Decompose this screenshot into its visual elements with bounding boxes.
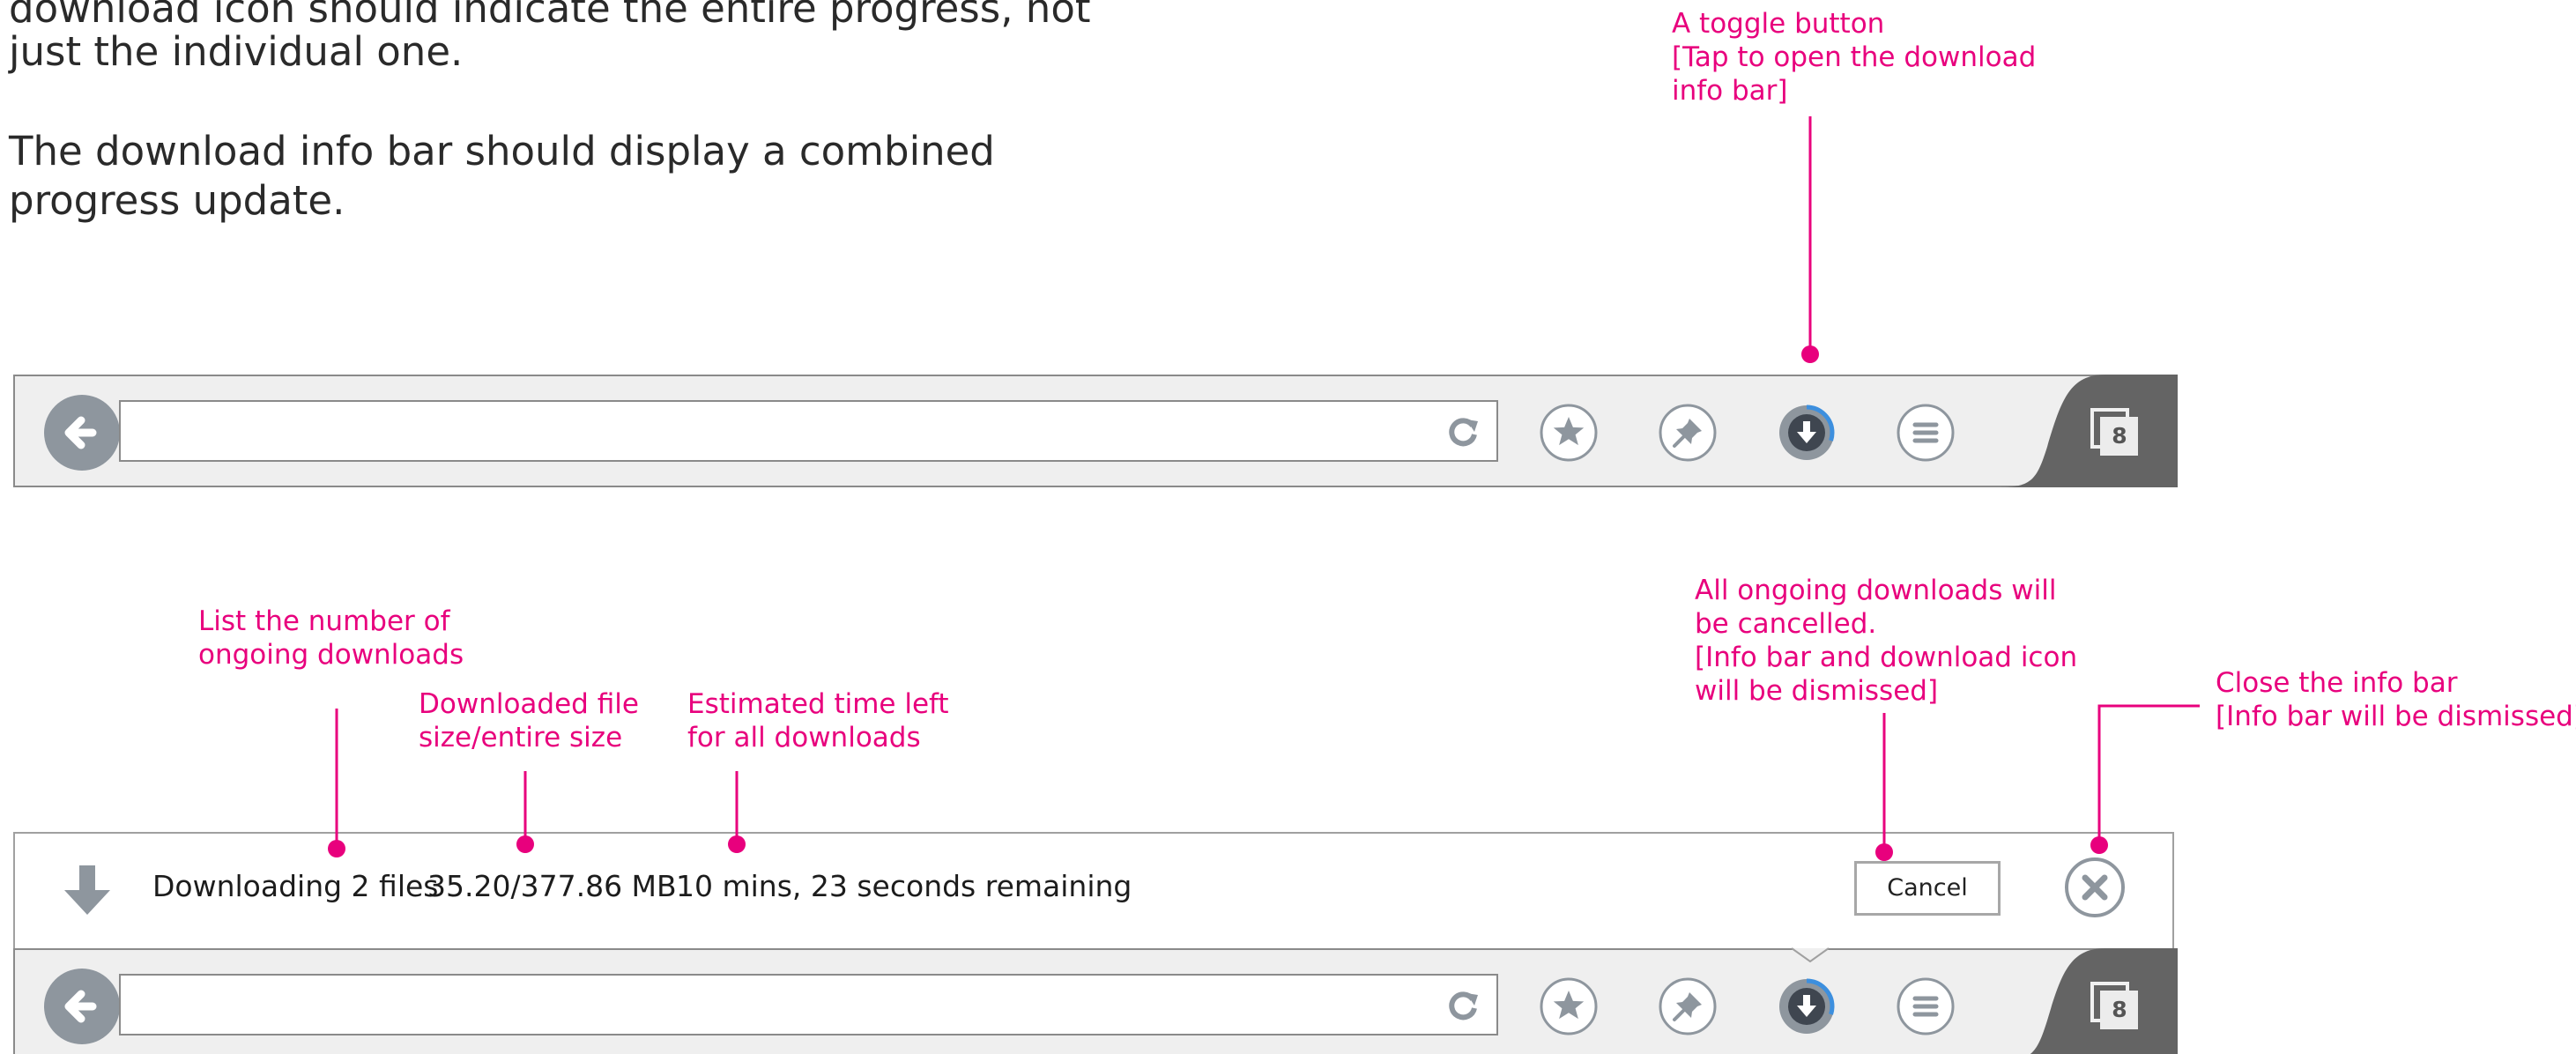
annotation-count-line-1: List the number of [198,605,450,637]
pin-button[interactable] [1659,977,1717,1035]
annotation-size-line-1: Downloaded file [419,688,639,720]
annotation-toggle-button: A toggle button [Tap to open the downloa… [1672,7,2036,108]
cancel-button[interactable]: Cancel [1854,861,2001,916]
refresh-icon[interactable] [1445,414,1481,449]
annotation-cancel: All ongoing downloads will be cancelled.… [1695,574,2077,708]
annotation-cancel-line-1: All ongoing downloads will [1695,575,2057,606]
star-icon [1540,404,1598,462]
menu-icon [1897,977,1955,1035]
annotation-size-line-2: size/entire size [419,722,623,753]
annotation-close: Close the info bar [Info bar will be dis… [2216,666,2576,733]
download-toggle-button[interactable] [1778,404,1836,462]
download-icon [1778,405,1835,461]
annotation-cancel-line-2: be cancelled. [1695,608,1877,640]
wireframe-page: download icon should indicate the entire… [0,0,2576,1054]
annotation-file-size: Downloaded file size/entire size [419,687,639,754]
tab-count-label: 8 [2112,423,2127,449]
tab-count-label: 8 [2112,997,2127,1022]
download-time-remaining: 10 mins, 23 seconds remaining [676,869,1132,903]
back-arrow-icon [64,416,97,449]
download-status: Downloading 2 files [152,869,439,903]
annotation-count-line-2: ongoing downloads [198,639,464,671]
annotation-toggle-line-2: [Tap to open the download [1672,41,2037,73]
download-icon [1778,978,1835,1035]
tabs-button[interactable]: 8 [2090,408,2138,456]
annotation-cancel-line-3: [Info bar and download icon [1695,642,2078,673]
annotation-time-line-1: Estimated time left [687,688,949,720]
close-button[interactable] [2064,857,2126,918]
refresh-icon[interactable] [1445,988,1481,1023]
pin-button[interactable] [1659,404,1717,462]
annotation-close-line-2: [Info bar will be dismissed] [2216,701,2576,732]
pin-icon [1659,404,1717,462]
tabs-area [2030,948,2178,1054]
menu-button[interactable] [1897,404,1955,462]
annotation-toggle-line-1: A toggle button [1672,8,1885,40]
leader-dot-toggle [1801,345,1819,363]
browser-toolbar-bottom: 8 [13,948,2178,1054]
intro-line-3: The download info bar should display a c… [9,128,995,174]
bookmark-button[interactable] [1540,404,1598,462]
back-button[interactable] [44,395,120,471]
url-bar[interactable] [119,400,1498,462]
back-button[interactable] [44,969,120,1044]
leader-close [2097,704,2200,844]
tabs-area [1998,375,2178,487]
back-arrow-icon [64,990,97,1023]
intro-line-1: download icon should indicate the entire… [9,0,1091,32]
bookmark-button[interactable] [1540,977,1598,1035]
download-arrow-icon [64,865,110,915]
annotation-time-left: Estimated time left for all downloads [687,687,949,754]
star-icon [1540,977,1598,1035]
pin-icon [1659,977,1717,1035]
download-size: 35.20/377.86 MB [427,869,677,903]
tabs-button[interactable]: 8 [2090,982,2138,1029]
annotation-toggle-line-3: info bar] [1672,75,1788,107]
menu-button[interactable] [1897,977,1955,1035]
download-info-bar: Downloading 2 files 35.20/377.86 MB 10 m… [13,832,2174,950]
close-icon [2065,857,2125,917]
annotation-cancel-line-4: will be dismissed] [1695,675,1939,707]
annotation-file-count: List the number of ongoing downloads [198,605,464,672]
intro-line-2: just the individual one. [9,28,464,75]
url-bar[interactable] [119,974,1498,1035]
info-bar-pointer [1792,947,1829,962]
menu-icon [1897,404,1955,462]
annotation-time-line-2: for all downloads [687,722,921,753]
browser-toolbar-top: 8 [13,375,2178,487]
intro-line-4: progress update. [9,177,345,224]
annotation-close-line-1: Close the info bar [2216,667,2458,699]
download-toggle-button[interactable] [1778,977,1836,1035]
